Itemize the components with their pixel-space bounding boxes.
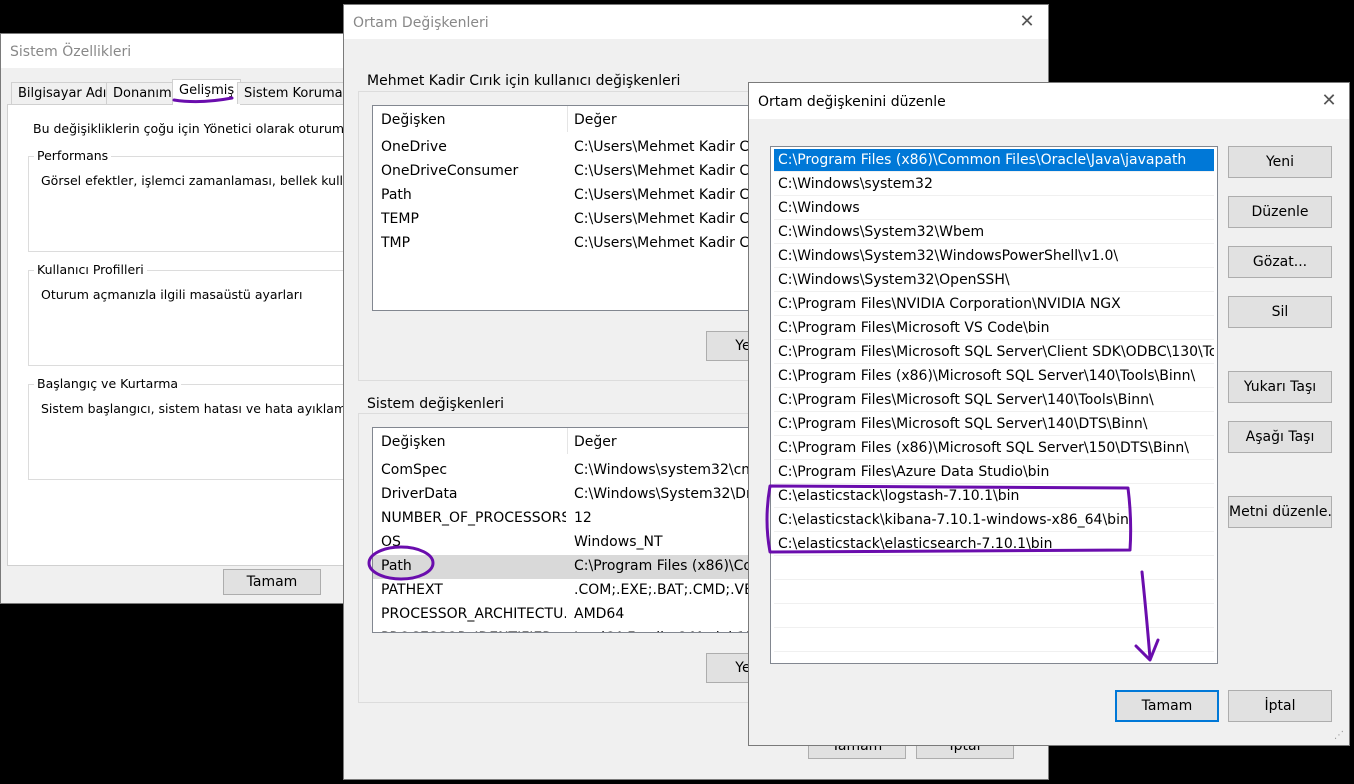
tab-gelismis[interactable]: Gelişmiş <box>172 79 242 105</box>
cancel-button[interactable]: İptal <box>1228 690 1332 722</box>
variable-name: Path <box>381 187 412 203</box>
window-title: Sistem Özellikleri <box>10 44 132 60</box>
titlebar[interactable]: Sistem Özellikleri <box>1 34 359 68</box>
list-item[interactable]: C:\Program Files\Microsoft SQL Server\14… <box>774 413 1214 436</box>
performans-label: Performans <box>34 148 112 163</box>
list-item[interactable]: C:\Program Files\Microsoft SQL Server\14… <box>774 389 1214 412</box>
new-button[interactable]: Yeni <box>1228 146 1332 178</box>
baslangic-label: Başlangıç ve Kurtarma <box>34 376 182 391</box>
list-item[interactable]: C:\Program Files\Microsoft VS Code\bin <box>774 317 1214 340</box>
table-row[interactable]: TMP C:\Users\Mehmet Kadir Cırık <box>373 232 791 256</box>
list-item[interactable]: C:\Program Files (x86)\Common Files\Orac… <box>774 149 1214 172</box>
list-header: Değişken Değer <box>373 106 791 132</box>
variable-name: PATHEXT <box>381 582 443 598</box>
system-vars-label: Sistem değişkenleri <box>364 396 508 412</box>
variable-name: TEMP <box>381 211 419 227</box>
variable-name: TMP <box>381 235 411 251</box>
empty-list-item[interactable] <box>774 629 1214 652</box>
variable-name: NUMBER_OF_PROCESSORS <box>381 510 566 526</box>
kullanici-group <box>28 270 359 366</box>
path-list[interactable]: C:\Program Files (x86)\Common Files\Orac… <box>770 146 1218 664</box>
kullanici-desc: Oturum açmanızla ilgili masaüstü ayarlar… <box>41 287 303 302</box>
sistem-ozellikleri-window: Sistem Özellikleri Bilgisayar Adı Donanı… <box>0 33 360 604</box>
edit-button[interactable]: Düzenle <box>1228 196 1332 228</box>
tab-bilgisayar-adi[interactable]: Bilgisayar Adı <box>11 82 114 104</box>
table-row[interactable]: OneDrive C:\Users\Mehmet Kadir Cırık <box>373 136 791 160</box>
edit-text-button[interactable]: Metni düzenle... <box>1228 496 1332 528</box>
list-item[interactable]: C:\elasticstack\logstash-7.10.1\bin <box>774 485 1214 508</box>
delete-button[interactable]: Sil <box>1228 296 1332 328</box>
variable-name: OneDrive <box>381 139 447 155</box>
window-title: Ortam Değişkenleri <box>353 15 489 31</box>
list-item[interactable]: C:\elasticstack\elasticsearch-7.10.1\bin <box>774 533 1214 556</box>
list-item[interactable]: C:\Program Files (x86)\Microsoft SQL Ser… <box>774 365 1214 388</box>
table-row[interactable]: TEMP C:\Users\Mehmet Kadir Cırık <box>373 208 791 232</box>
list-item[interactable]: C:\Windows <box>774 197 1214 220</box>
list-item[interactable]: C:\Windows\System32\Wbem <box>774 221 1214 244</box>
baslangic-desc: Sistem başlangıcı, sistem hatası ve hata… <box>41 401 360 416</box>
performans-desc: Görsel efektler, işlemci zamanlaması, be… <box>41 173 360 188</box>
list-item[interactable]: C:\Windows\System32\OpenSSH\ <box>774 269 1214 292</box>
list-header: Değişken Değer <box>373 428 791 454</box>
variable-name: PROCESSOR_IDENTIFIER <box>381 630 566 632</box>
tab-sistem-korumasi[interactable]: Sistem Koruması <box>237 82 359 104</box>
list-item[interactable]: C:\Windows\system32 <box>774 173 1214 196</box>
sistem-ok-button[interactable]: Tamam <box>223 569 321 595</box>
titlebar[interactable]: Ortam değişkenini düzenle ✕ <box>749 83 1349 119</box>
tab-donanim[interactable]: Donanım <box>106 82 179 104</box>
list-item[interactable]: C:\Program Files (x86)\Microsoft SQL Ser… <box>774 437 1214 460</box>
kullanici-label: Kullanıcı Profilleri <box>34 262 147 277</box>
resize-grip-icon[interactable]: ⋰ <box>1334 730 1346 742</box>
table-row[interactable]: Path C:\Users\Mehmet Kadir Cırık <box>373 184 791 208</box>
browse-button[interactable]: Gözat... <box>1228 246 1332 278</box>
titlebar[interactable]: Ortam Değişkenleri ✕ <box>344 5 1048 39</box>
empty-list-item[interactable] <box>774 581 1214 604</box>
window-title: Ortam değişkenini düzenle <box>758 94 946 110</box>
table-row[interactable]: OS Windows_NT <box>373 531 791 555</box>
ortam-degiskenini-duzenle-window: Ortam değişkenini düzenle ✕ C:\Program F… <box>748 82 1350 746</box>
list-item[interactable]: C:\Program Files\Microsoft SQL Server\Cl… <box>774 341 1214 364</box>
empty-list-item[interactable] <box>774 557 1214 580</box>
variable-name: OneDriveConsumer <box>381 163 519 179</box>
table-row[interactable]: PROCESSOR_ARCHITECTU... AMD64 <box>373 603 791 627</box>
table-row[interactable]: PathC:\Program Files (x86)\Common Files <box>373 555 791 579</box>
baslangic-group <box>28 384 359 480</box>
table-row[interactable]: PATHEXT .COM;.EXE;.BAT;.CMD;.VBS;.VBE <box>373 579 791 603</box>
performans-group <box>28 156 359 252</box>
column-variable[interactable]: Değişken <box>381 434 446 450</box>
admin-note: Bu değişikliklerin çoğu için Yönetici ol… <box>33 121 360 136</box>
table-row[interactable]: DriverDataC:\Windows\System32\Drivers\Dr… <box>373 483 791 507</box>
variable-name: PROCESSOR_ARCHITECTU... <box>381 606 566 622</box>
variable-name: DriverData <box>381 486 458 502</box>
column-value[interactable]: Değer <box>574 434 617 450</box>
variable-name: ComSpec <box>381 462 448 478</box>
close-icon[interactable]: ✕ <box>1316 90 1342 112</box>
table-row[interactable]: ComSpec C:\Windows\system32\cmd.exe <box>373 459 791 483</box>
variable-name: OS <box>381 534 401 550</box>
list-item[interactable]: C:\Program Files\NVIDIA Corporation\NVID… <box>774 293 1214 316</box>
column-value[interactable]: Değer <box>574 112 617 128</box>
move-up-button[interactable]: Yukarı Taşı <box>1228 371 1332 403</box>
move-down-button[interactable]: Aşağı Taşı <box>1228 421 1332 453</box>
table-row[interactable]: OneDriveConsumer C:\Users\Mehmet Kadir Cı… <box>373 160 791 184</box>
list-item[interactable]: C:\elasticstack\kibana-7.10.1-windows-x8… <box>774 509 1214 532</box>
table-row[interactable]: NUMBER_OF_PROCESSORS 12 <box>373 507 791 531</box>
close-icon[interactable]: ✕ <box>1014 11 1040 33</box>
system-vars-list[interactable]: Değişken Değer ComSpec C:\Windows\system3… <box>372 427 792 633</box>
user-vars-label: Mehmet Kadir Cırık için kullanıcı değişk… <box>364 73 684 89</box>
empty-list-item[interactable] <box>774 605 1214 628</box>
user-vars-list[interactable]: Değişken Değer OneDrive C:\Users\Mehmet K… <box>372 105 792 311</box>
list-item[interactable]: C:\Windows\System32\WindowsPowerShell\v1… <box>774 245 1214 268</box>
variable-name: Path <box>381 558 412 574</box>
ok-button[interactable]: Tamam <box>1115 690 1219 722</box>
column-variable[interactable]: Değişken <box>381 112 446 128</box>
table-row[interactable]: PROCESSOR_IDENTIFIERIntel64 Family 6 Mod… <box>373 627 791 632</box>
list-item[interactable]: C:\Program Files\Azure Data Studio\bin <box>774 461 1214 484</box>
